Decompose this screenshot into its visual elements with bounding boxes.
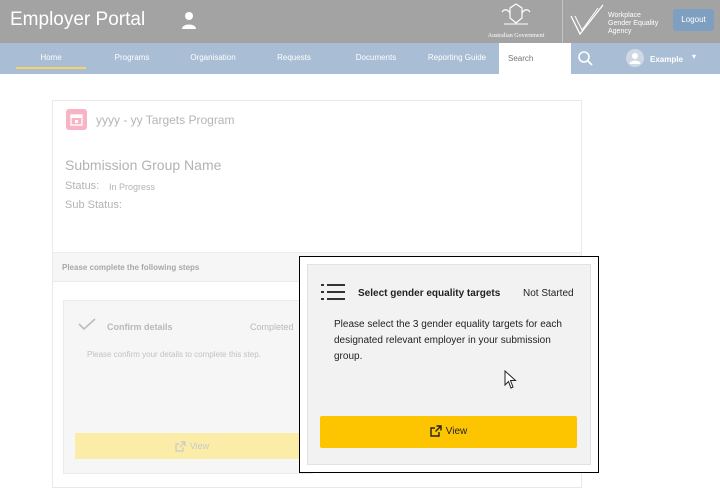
step-description: Please confirm your details to complete … (87, 350, 261, 359)
sub-status-label: Sub Status: (65, 199, 122, 211)
submission-group-name: Submission Group Name (65, 157, 222, 173)
list-icon (321, 282, 345, 302)
step-view-label: View (189, 441, 210, 451)
wgea-check-icon (570, 4, 604, 36)
step-card-confirm-details: Confirm details Completed Please confirm… (63, 300, 313, 474)
chevron-down-icon: ▾ (692, 52, 697, 61)
nav-documents[interactable]: Documents (348, 53, 404, 62)
cursor-icon (504, 369, 518, 390)
search-icon (578, 51, 593, 66)
step-description: Please select the 3 gender equality targ… (334, 319, 562, 362)
avatar (626, 49, 644, 67)
step-status: Completed (250, 322, 294, 332)
nav-reporting-guide[interactable]: Reporting Guide (424, 53, 490, 62)
logout-button[interactable]: Logout (673, 9, 714, 31)
steps-heading: Please complete the following steps (62, 263, 200, 272)
check-icon (78, 317, 96, 331)
step-card-select-targets: Select gender equality targets Not Start… (307, 264, 591, 465)
program-title: yyyy - yy Targets Program (96, 113, 235, 127)
wgea-name: Workplace Gender Equality Agency (608, 12, 658, 36)
nav-organisation[interactable]: Organisation (183, 53, 243, 62)
wgea-logo: Workplace Gender Equality Agency (568, 2, 668, 42)
search-box (499, 43, 570, 74)
search-button[interactable] (570, 43, 598, 74)
step-view-label: View (445, 426, 468, 437)
step-view-button[interactable]: View (75, 433, 309, 459)
crest-logo (501, 3, 531, 25)
australian-government-crest: Australian Government (478, 2, 554, 42)
nav-requests[interactable]: Requests (270, 53, 318, 62)
main-nav: Home Programs Organisation Requests Docu… (0, 43, 720, 74)
search-input[interactable] (499, 43, 570, 74)
calendar-icon (66, 109, 87, 130)
user-icon[interactable] (181, 11, 197, 31)
step-title: Confirm details (107, 322, 173, 332)
crest-caption: Australian Government (487, 33, 545, 39)
status-label: Status: (65, 180, 100, 192)
top-header: Employer Portal Australian Government Wo… (0, 0, 720, 43)
nav-home-active-indicator (16, 67, 86, 69)
profile-name: Example (650, 55, 683, 64)
external-link-icon (175, 441, 186, 452)
wgea-line-2: Gender Equality (608, 20, 659, 27)
portal-title: Employer Portal (10, 9, 146, 30)
header-divider (562, 0, 563, 43)
step-title: Select gender equality targets (358, 288, 501, 299)
wgea-line-1: Workplace (608, 12, 641, 19)
external-link-icon (430, 425, 442, 438)
status-value: In Progress (109, 182, 156, 192)
step-view-button[interactable]: View (320, 416, 577, 448)
nav-programs[interactable]: Programs (108, 53, 156, 62)
step-status: Not Started (523, 288, 574, 299)
nav-home[interactable]: Home (16, 53, 86, 62)
wgea-line-3: Agency (608, 28, 632, 35)
